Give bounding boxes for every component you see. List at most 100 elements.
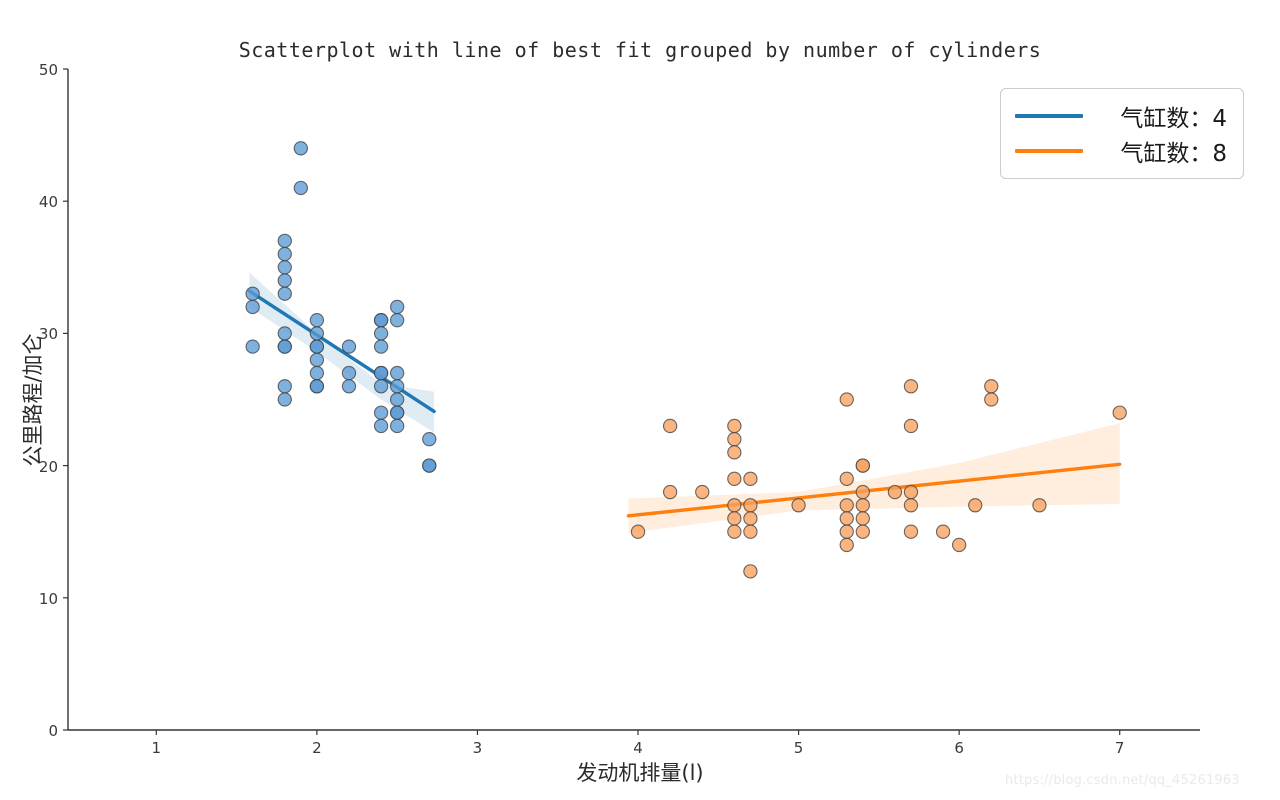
legend-swatch-orange — [1015, 148, 1083, 153]
x-tick-label: 3 — [472, 739, 483, 757]
scatter-point — [839, 511, 854, 526]
scatter-point — [855, 524, 870, 539]
chart-figure: Scatterplot with line of best fit groupe… — [0, 0, 1280, 800]
legend-label-cyl-4: 气缸数：4 — [1120, 105, 1227, 132]
scatter-point — [662, 418, 678, 434]
axis-ticks — [63, 68, 1121, 735]
scatter-point — [390, 379, 405, 394]
scatter-point — [277, 286, 292, 301]
scatter-point — [277, 260, 292, 275]
scatter-point — [695, 484, 710, 500]
scatter-point — [727, 524, 742, 539]
scatter-point — [373, 379, 389, 394]
scatter-point — [277, 326, 292, 341]
scatter-point — [277, 392, 292, 407]
scatter-point — [727, 432, 742, 447]
scatter-point — [630, 524, 646, 539]
scatter-point — [277, 339, 292, 354]
x-tick-label: 5 — [793, 739, 804, 757]
scatter-point — [373, 405, 389, 420]
scatter-point — [903, 379, 919, 394]
scatter-point — [1112, 405, 1127, 420]
scatter-point — [341, 365, 357, 381]
scatter-point — [743, 524, 758, 539]
scatter-point — [935, 524, 951, 539]
scatter-point — [293, 141, 308, 156]
scatter-point — [341, 339, 357, 354]
scatter-point — [903, 498, 919, 513]
scatter-point — [727, 498, 742, 513]
scatter-point — [373, 365, 389, 381]
scatter-point — [855, 498, 870, 513]
regression-line — [247, 289, 436, 414]
y-tick-label: 40 — [38, 193, 58, 212]
scatter-point — [727, 445, 742, 460]
chart-legend[interactable]: 气缸数：4 气缸数：8 — [1000, 88, 1244, 179]
scatter-point — [903, 484, 919, 500]
scatter-point — [839, 537, 854, 553]
watermark-text: https://blog.csdn.net/qq_45261963 — [1005, 773, 1240, 788]
x-tick-label: 4 — [633, 739, 643, 757]
scatter-point — [309, 352, 325, 367]
scatter-point — [341, 379, 357, 394]
scatter-point — [422, 432, 437, 447]
scatter-point — [390, 365, 405, 381]
scatter-point — [743, 471, 758, 486]
scatter-point — [245, 339, 260, 354]
scatter-point — [903, 524, 919, 539]
scatter-point — [727, 418, 742, 434]
legend-item-cyl-4[interactable]: 气缸数：4 — [1015, 98, 1229, 133]
scatter-point — [390, 313, 405, 328]
scatter-point — [968, 498, 983, 513]
scatter-point — [839, 524, 854, 539]
scatter-point — [984, 379, 999, 394]
scatter-point — [373, 339, 389, 354]
scatter-point — [390, 418, 405, 434]
scatter-point — [743, 564, 758, 579]
confidence-band — [628, 423, 1120, 534]
x-tick-label: 7 — [1114, 739, 1125, 757]
scatter-point — [373, 313, 389, 328]
scatter-point — [277, 379, 292, 394]
scatter-point — [662, 484, 678, 500]
scatter-point — [309, 313, 325, 328]
scatter-point — [903, 418, 919, 434]
scatter-point — [1032, 498, 1047, 513]
scatter-point — [791, 498, 806, 513]
y-tick-label: 50 — [38, 61, 58, 79]
scatter-point — [951, 537, 967, 553]
scatter-point — [855, 484, 870, 500]
y-tick-label: 10 — [38, 589, 58, 608]
scatter-point — [390, 405, 405, 420]
scatter-point — [743, 511, 758, 526]
scatter-point — [277, 246, 292, 262]
legend-item-cyl-8[interactable]: 气缸数：8 — [1015, 133, 1229, 168]
x-tick-label: 2 — [312, 739, 322, 757]
scatter-point — [373, 418, 389, 434]
scatter-point — [309, 379, 325, 394]
scatter-point — [373, 326, 389, 341]
scatter-point — [390, 299, 405, 315]
scatter-point — [422, 458, 437, 473]
scatter-point — [727, 471, 742, 486]
scatter-point — [309, 365, 325, 381]
scatter-point — [887, 484, 903, 500]
scatter-point — [245, 299, 260, 315]
scatter-point — [839, 392, 854, 407]
scatter-point — [743, 498, 758, 513]
scatter-point — [855, 511, 870, 526]
scatter-point — [855, 458, 870, 473]
scatter-point — [309, 339, 325, 354]
scatter-point — [245, 286, 260, 301]
scatter-point — [984, 392, 999, 407]
scatter-point — [390, 392, 405, 407]
scatter-point — [293, 180, 308, 196]
scatter-point — [727, 511, 742, 526]
legend-label-cyl-8: 气缸数：8 — [1120, 140, 1227, 167]
legend-swatch-blue — [1015, 113, 1083, 118]
x-tick-label: 1 — [151, 739, 162, 757]
x-tick-label: 6 — [954, 739, 964, 757]
y-tick-label: 0 — [48, 722, 58, 740]
y-axis-label: 公里路程/加仑 — [21, 333, 45, 467]
scatter-point — [277, 233, 292, 249]
